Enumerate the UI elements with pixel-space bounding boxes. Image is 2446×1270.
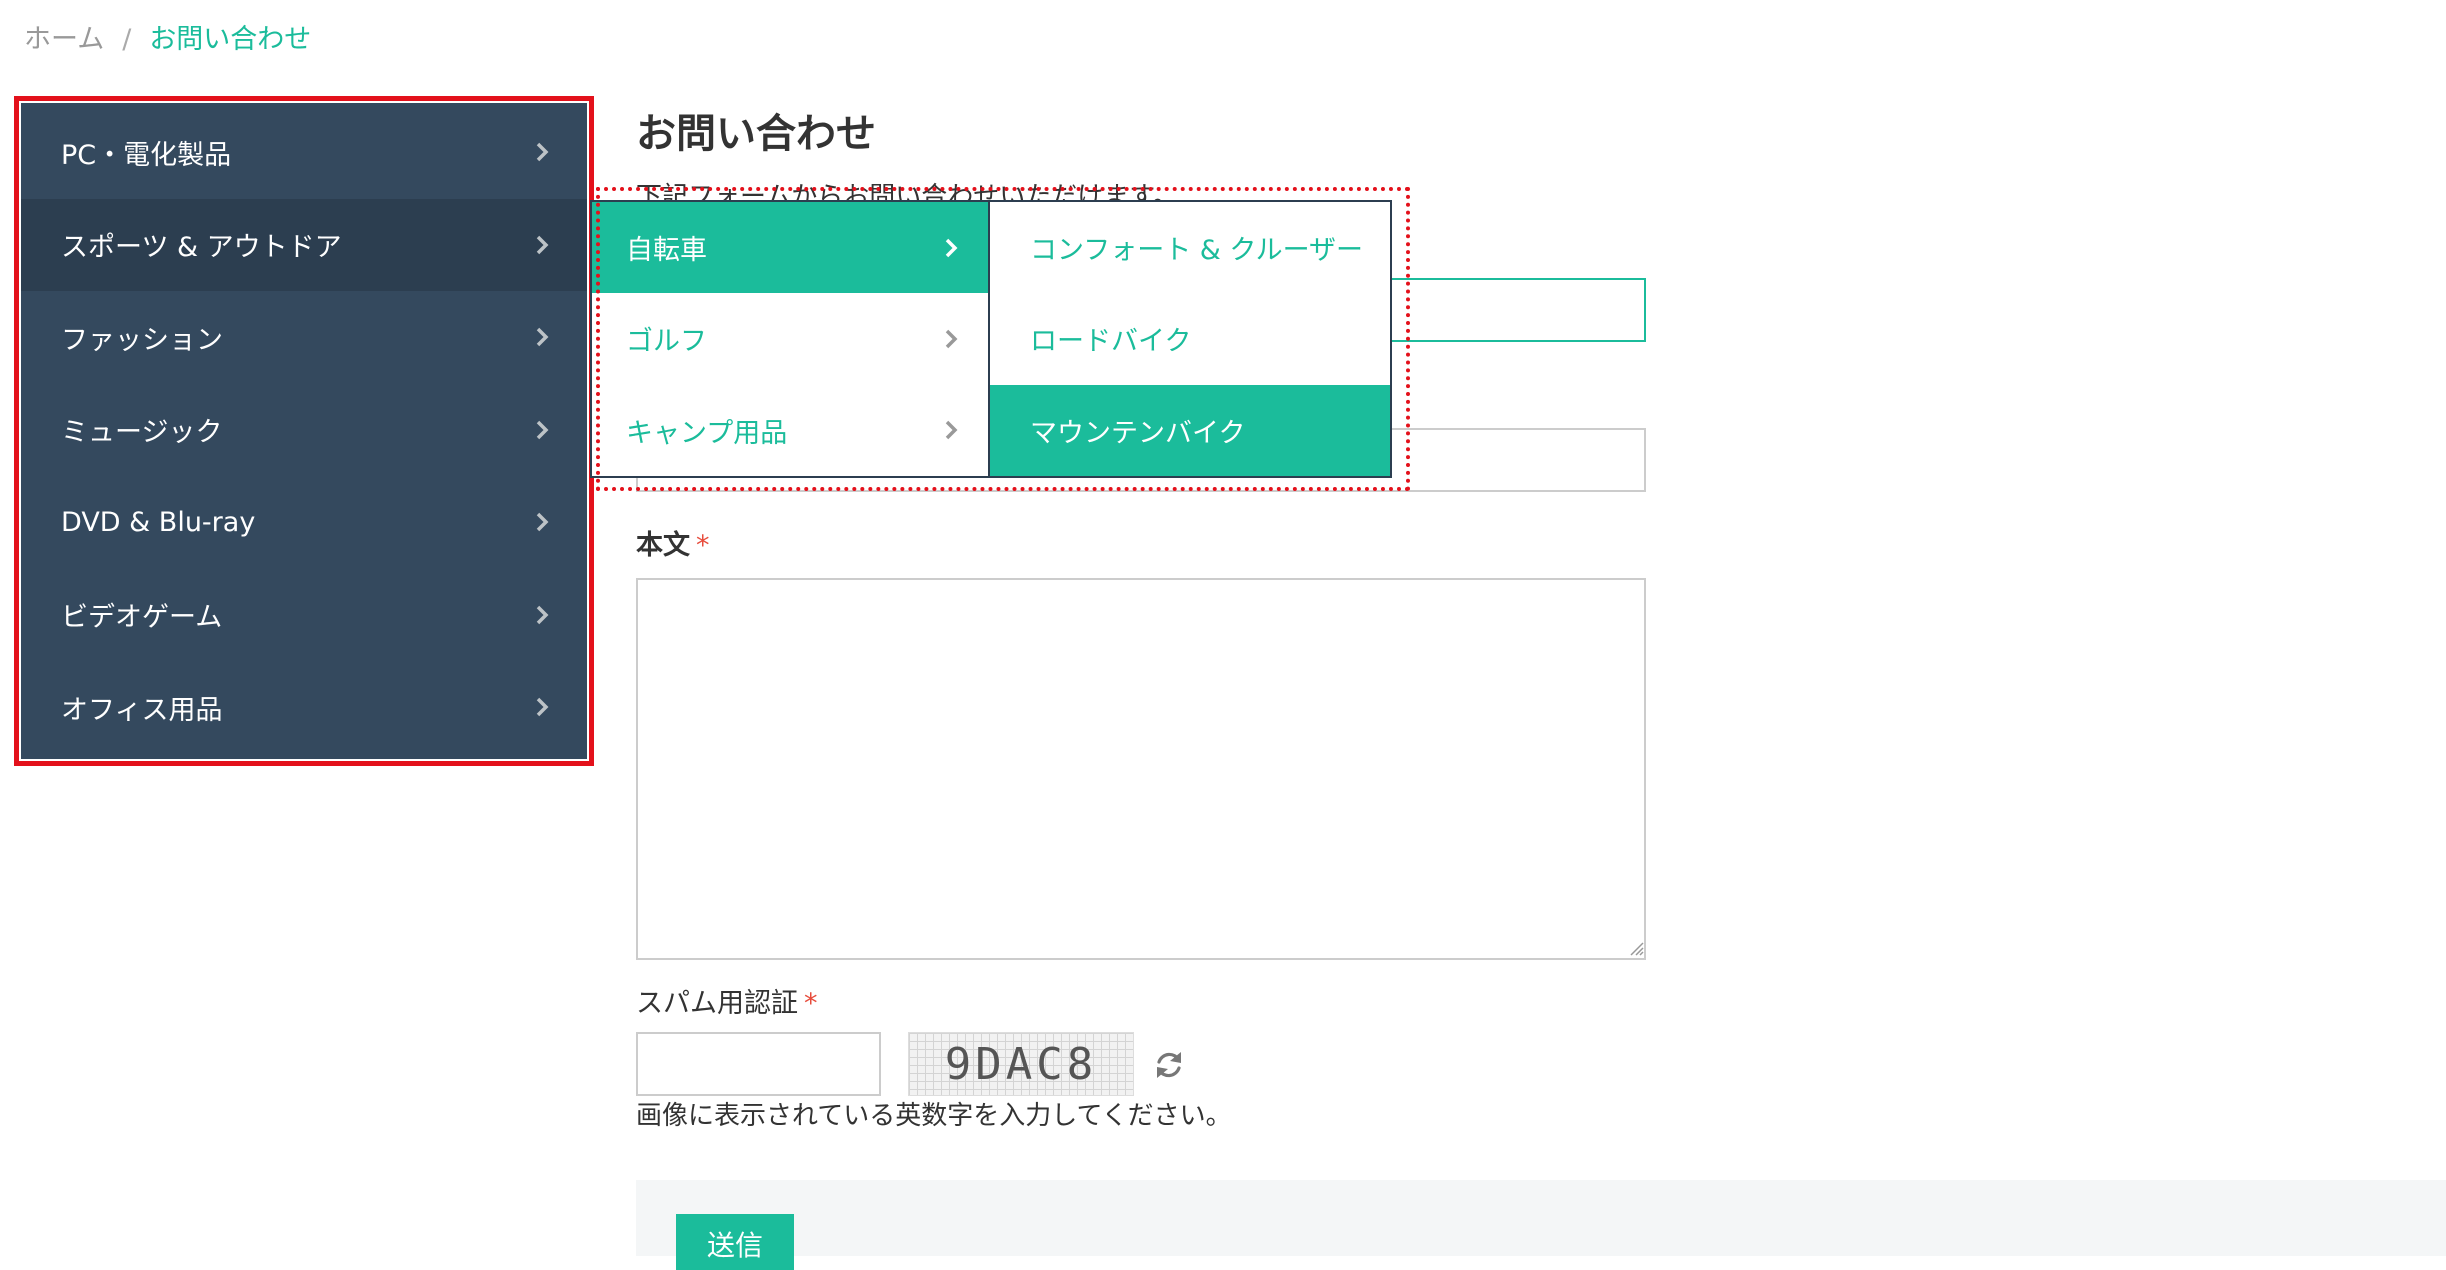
sidebar-item-music[interactable]: ミュージック (21, 384, 587, 477)
sidebar-item-label: ミュージック (61, 417, 223, 449)
sidebar-item-sports-outdoor[interactable]: スポーツ & アウトドア (21, 198, 587, 291)
sidebar-item-label: ファッション (61, 324, 223, 356)
spam-label: スパム用認証 * (636, 986, 818, 1022)
required-mark: * (696, 530, 710, 561)
sidebar-item-label: スポーツ & アウトドア (61, 232, 342, 264)
spam-label-text: スパム用認証 (636, 988, 798, 1019)
flyout-highlight-outline (596, 187, 1410, 491)
chevron-right-icon (529, 694, 555, 720)
breadcrumb: ホーム / お問い合わせ (24, 22, 311, 58)
sidebar-item-label: オフィス用品 (61, 694, 223, 726)
submit-area (636, 1180, 2446, 1256)
chevron-right-icon (529, 324, 555, 350)
sidebar-item-label: ビデオゲーム (61, 602, 223, 634)
sidebar-item-video-games[interactable]: ビデオゲーム (21, 569, 587, 662)
category-sidebar: PC・電化製品 スポーツ & アウトドア ファッション ミュージック DVD &… (21, 103, 587, 759)
chevron-right-icon (529, 602, 555, 628)
refresh-icon[interactable] (1152, 1048, 1186, 1082)
body-label: 本文 * (636, 528, 710, 564)
body-textarea[interactable] (636, 578, 1646, 960)
resize-grip-icon[interactable] (1628, 940, 1644, 956)
required-mark: * (804, 988, 818, 1019)
sidebar-item-label: DVD & Blu-ray (61, 506, 256, 538)
sidebar-item-office-supplies[interactable]: オフィス用品 (21, 661, 587, 754)
chevron-right-icon (529, 232, 555, 258)
sidebar-item-dvd-bluray[interactable]: DVD & Blu-ray (21, 476, 587, 569)
sidebar-item-label: PC・電化製品 (61, 139, 232, 171)
captcha-image: 9DAC8 (908, 1032, 1134, 1096)
sidebar-item-pc-electronics[interactable]: PC・電化製品 (21, 106, 587, 199)
chevron-right-icon (529, 509, 555, 535)
captcha-input[interactable] (636, 1032, 881, 1096)
captcha-help-text: 画像に表示されている英数字を入力してください。 (636, 1101, 1232, 1131)
sidebar-item-fashion[interactable]: ファッション (21, 291, 587, 384)
page-title: お問い合わせ (636, 111, 876, 157)
chevron-right-icon (529, 139, 555, 165)
submit-button[interactable]: 送信 (676, 1214, 794, 1270)
breadcrumb-separator: / (122, 24, 132, 55)
breadcrumb-current: お問い合わせ (149, 24, 312, 55)
chevron-right-icon (529, 417, 555, 443)
breadcrumb-home-link[interactable]: ホーム (24, 24, 104, 55)
body-label-text: 本文 (636, 530, 690, 561)
